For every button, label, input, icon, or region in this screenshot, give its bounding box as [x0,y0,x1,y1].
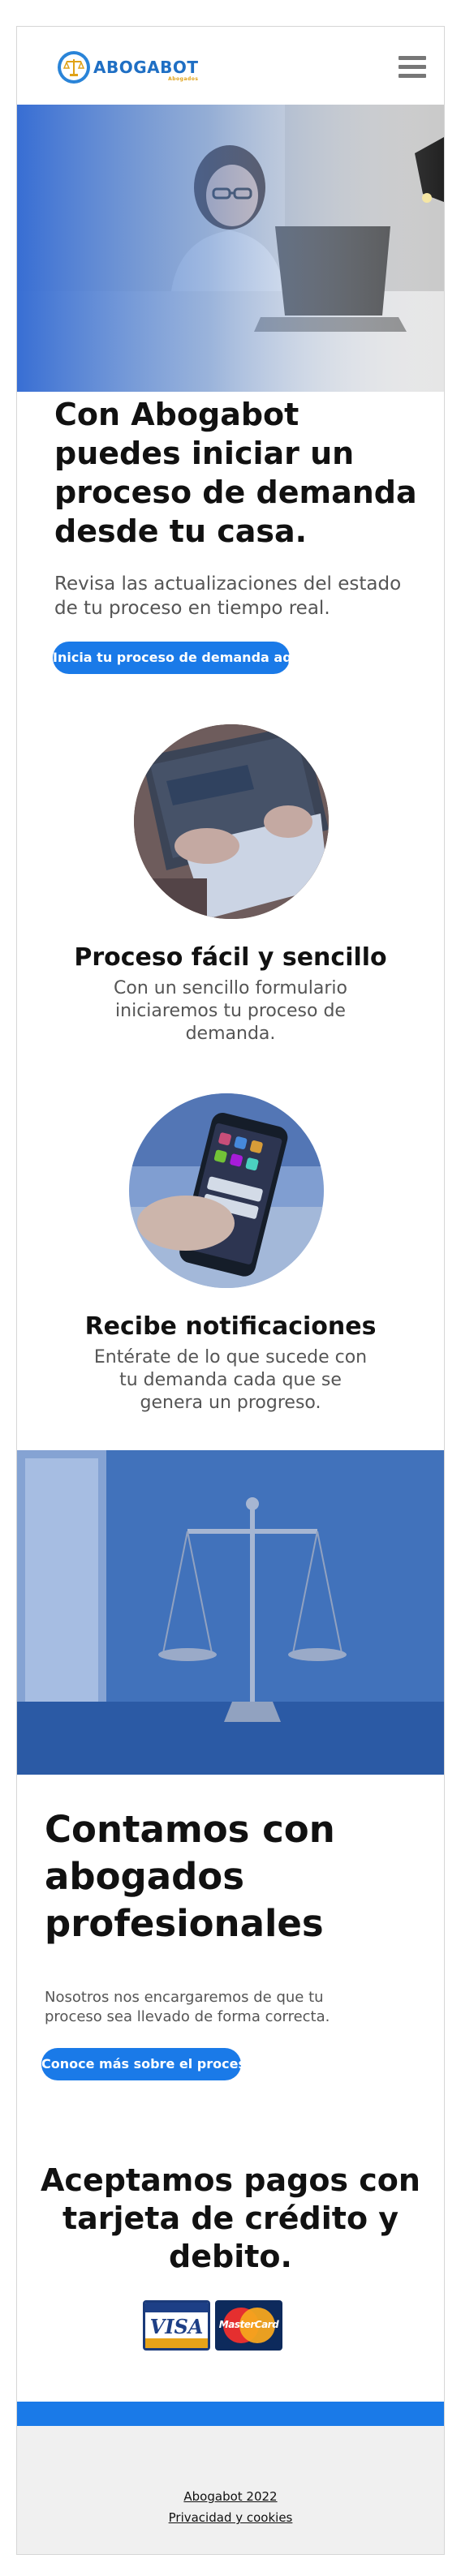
logo-text: ABOGABOT [93,58,199,77]
hero-title: Con Abogabot puedes iniciar un proceso d… [54,397,417,549]
visa-label: VISA [149,2315,204,2338]
lawyers-description: Nosotros nos encargaremos de que tu proc… [45,1989,330,2025]
menu-bar [399,56,426,60]
mastercard-icon: MasterCard [215,2300,282,2351]
abogabot-logo[interactable]: ABOGABOT Abogados [58,51,199,84]
learn-process-button[interactable]: Conoce más sobre el proceso [41,2048,255,2080]
copyright-link[interactable]: Abogabot 2022 [17,2489,444,2504]
mastercard-label: MasterCard [218,2319,279,2330]
logo-subtext: Abogados [168,76,199,82]
lawyers-title: Contamos con abogados profesionales [45,1808,335,1945]
start-lawsuit-button[interactable]: Inicia tu proceso de demanda aquí [53,642,306,674]
payments-title: Aceptamos pagos con tarjeta de crédito y… [41,2162,420,2274]
privacy-cookies-link[interactable]: Privacidad y cookies [17,2510,444,2525]
footer-accent-bar [17,2402,444,2426]
hamburger-menu-icon[interactable] [399,56,426,80]
site-header: ABOGABOT Abogados [17,27,444,105]
feature-title: Recibe notificaciones [84,1312,377,1341]
laptop-typing-image [134,724,329,919]
payment-cards: VISA MasterCard [143,2300,282,2351]
smartphone-notifications-image [129,1093,324,1288]
feature-description: Entérate de lo que sucede con tu demanda… [93,1347,368,1413]
page-frame: ABOGABOT Abogados Con Abogabot puedes in… [16,26,445,2555]
site-footer: Abogabot 2022 Privacidad y cookies [17,2426,444,2554]
logo-wordmark: ABOGABOT Abogados [93,58,199,82]
feature-description: Con un sencillo formulario iniciaremos t… [114,978,347,1044]
feature-title: Proceso fácil y sencillo [74,943,387,972]
visa-card-icon: VISA [143,2300,210,2351]
menu-bar [399,65,426,69]
justice-scales-image [17,1450,444,1775]
hero-image [17,105,444,392]
menu-bar [399,74,426,78]
scales-of-justice-icon [58,51,90,84]
hero-subtitle: Revisa las actualizaciones del estado de… [54,573,402,619]
